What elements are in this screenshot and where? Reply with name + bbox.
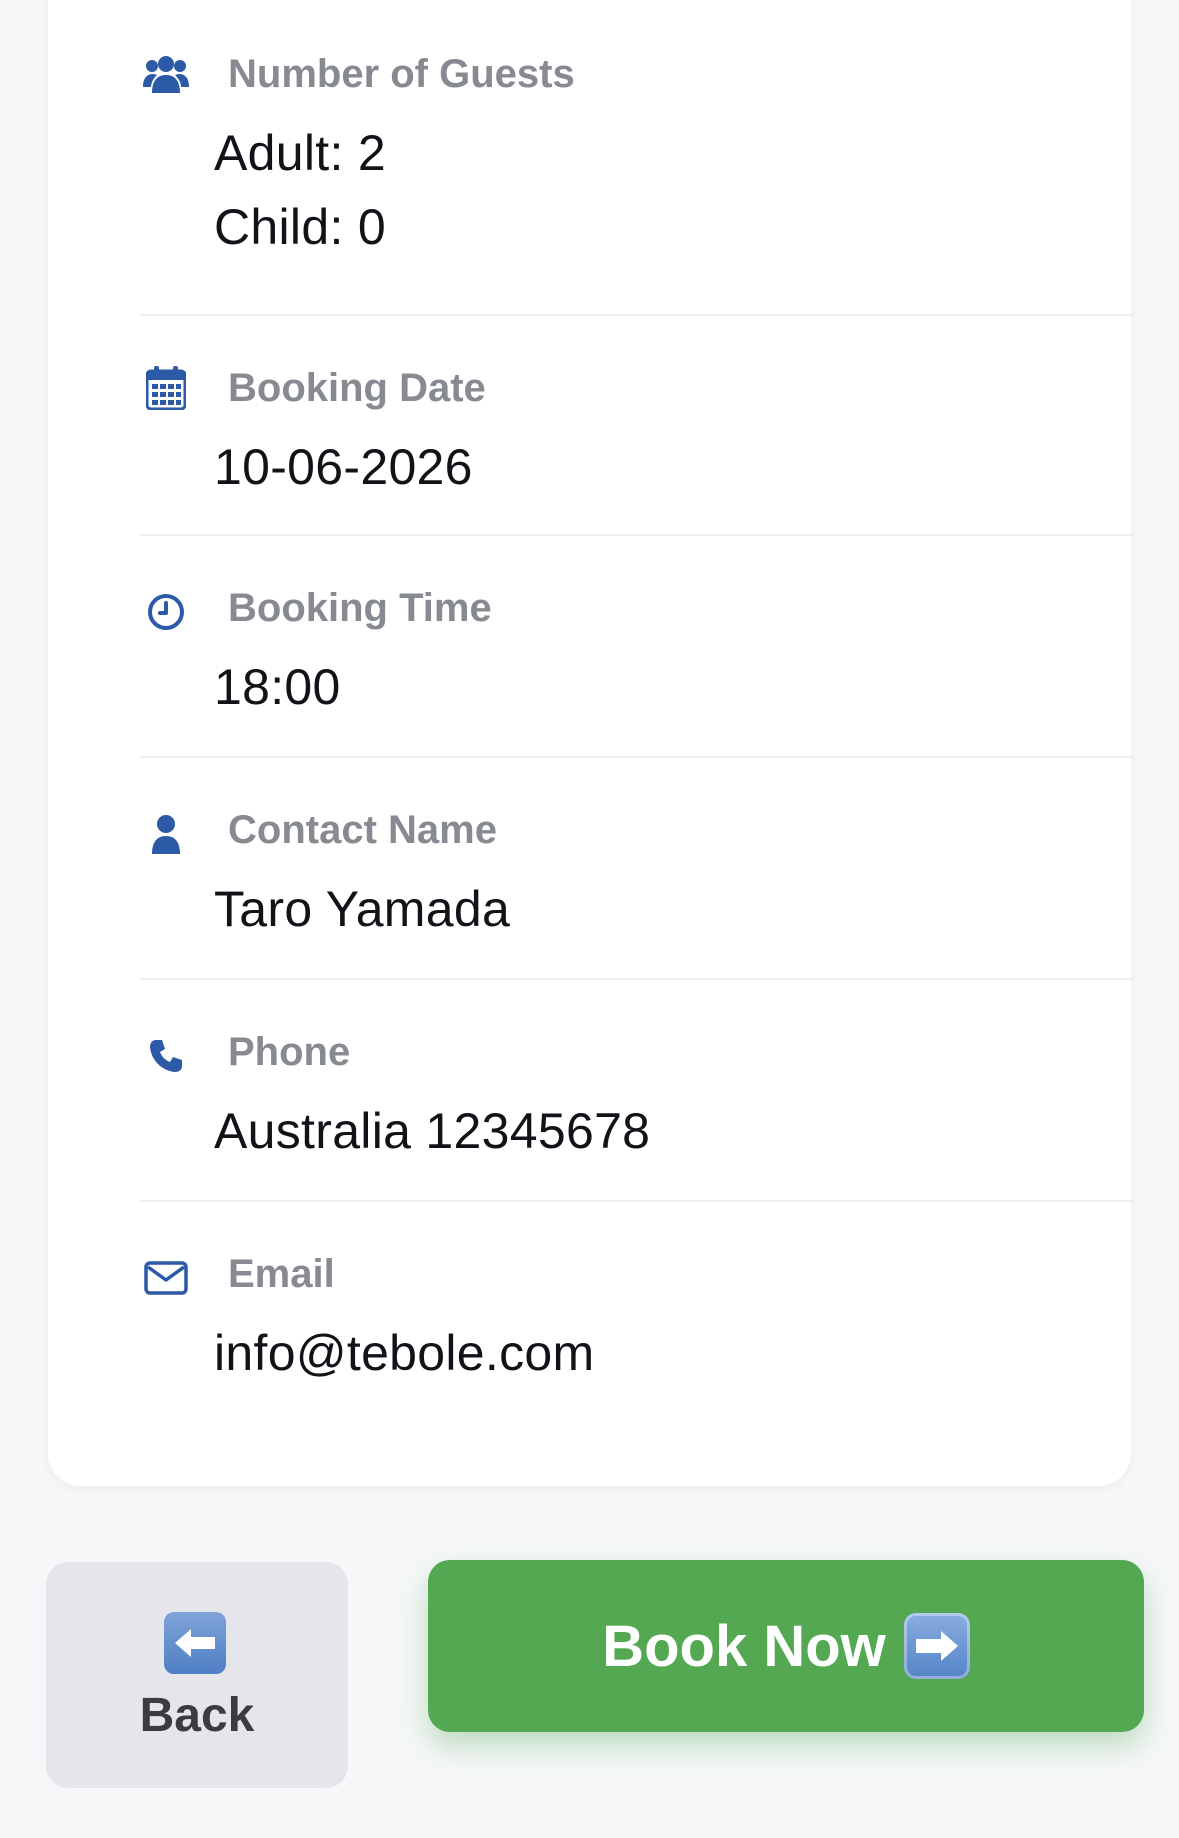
email-value: info@tebole.com [214, 1325, 595, 1381]
calendar-icon [140, 362, 192, 414]
users-icon [140, 48, 192, 100]
booking-summary-card: Number of Guests Adult: 2 Child: 0 Booki… [48, 0, 1135, 1486]
back-button[interactable]: Back [46, 1562, 348, 1788]
clock-icon [140, 586, 192, 638]
guests-section: Number of Guests Adult: 2 Child: 0 [140, 0, 1135, 316]
book-now-button[interactable]: Book Now [428, 1560, 1144, 1732]
guests-label: Number of Guests [228, 52, 575, 96]
phone-section: Phone Australia 12345678 [140, 980, 1135, 1202]
user-icon [140, 808, 192, 860]
date-section: Booking Date 10-06-2026 [140, 316, 1135, 536]
phone-label: Phone [228, 1030, 351, 1074]
email-label: Email [228, 1252, 335, 1296]
booking-time-value: 18:00 [214, 659, 341, 715]
booking-date-label: Booking Date [228, 366, 486, 410]
phone-icon [140, 1030, 192, 1082]
email-section: Email info@tebole.com [140, 1202, 1135, 1462]
envelope-icon [140, 1252, 192, 1304]
contact-section: Contact Name Taro Yamada [140, 758, 1135, 980]
booking-time-label: Booking Time [228, 586, 492, 630]
contact-name-value: Taro Yamada [214, 881, 511, 937]
child-count: Child: 0 [214, 199, 386, 255]
right-arrow-emoji-icon [903, 1613, 970, 1679]
booking-date-value: 10-06-2026 [214, 439, 473, 495]
contact-name-label: Contact Name [228, 808, 497, 852]
time-section: Booking Time 18:00 [140, 536, 1135, 758]
phone-value: Australia 12345678 [214, 1103, 651, 1159]
back-button-label: Back [139, 1689, 255, 1742]
left-arrow-emoji-icon [164, 1612, 226, 1674]
adult-count: Adult: 2 [214, 125, 386, 181]
book-now-label: Book Now [602, 1613, 886, 1679]
